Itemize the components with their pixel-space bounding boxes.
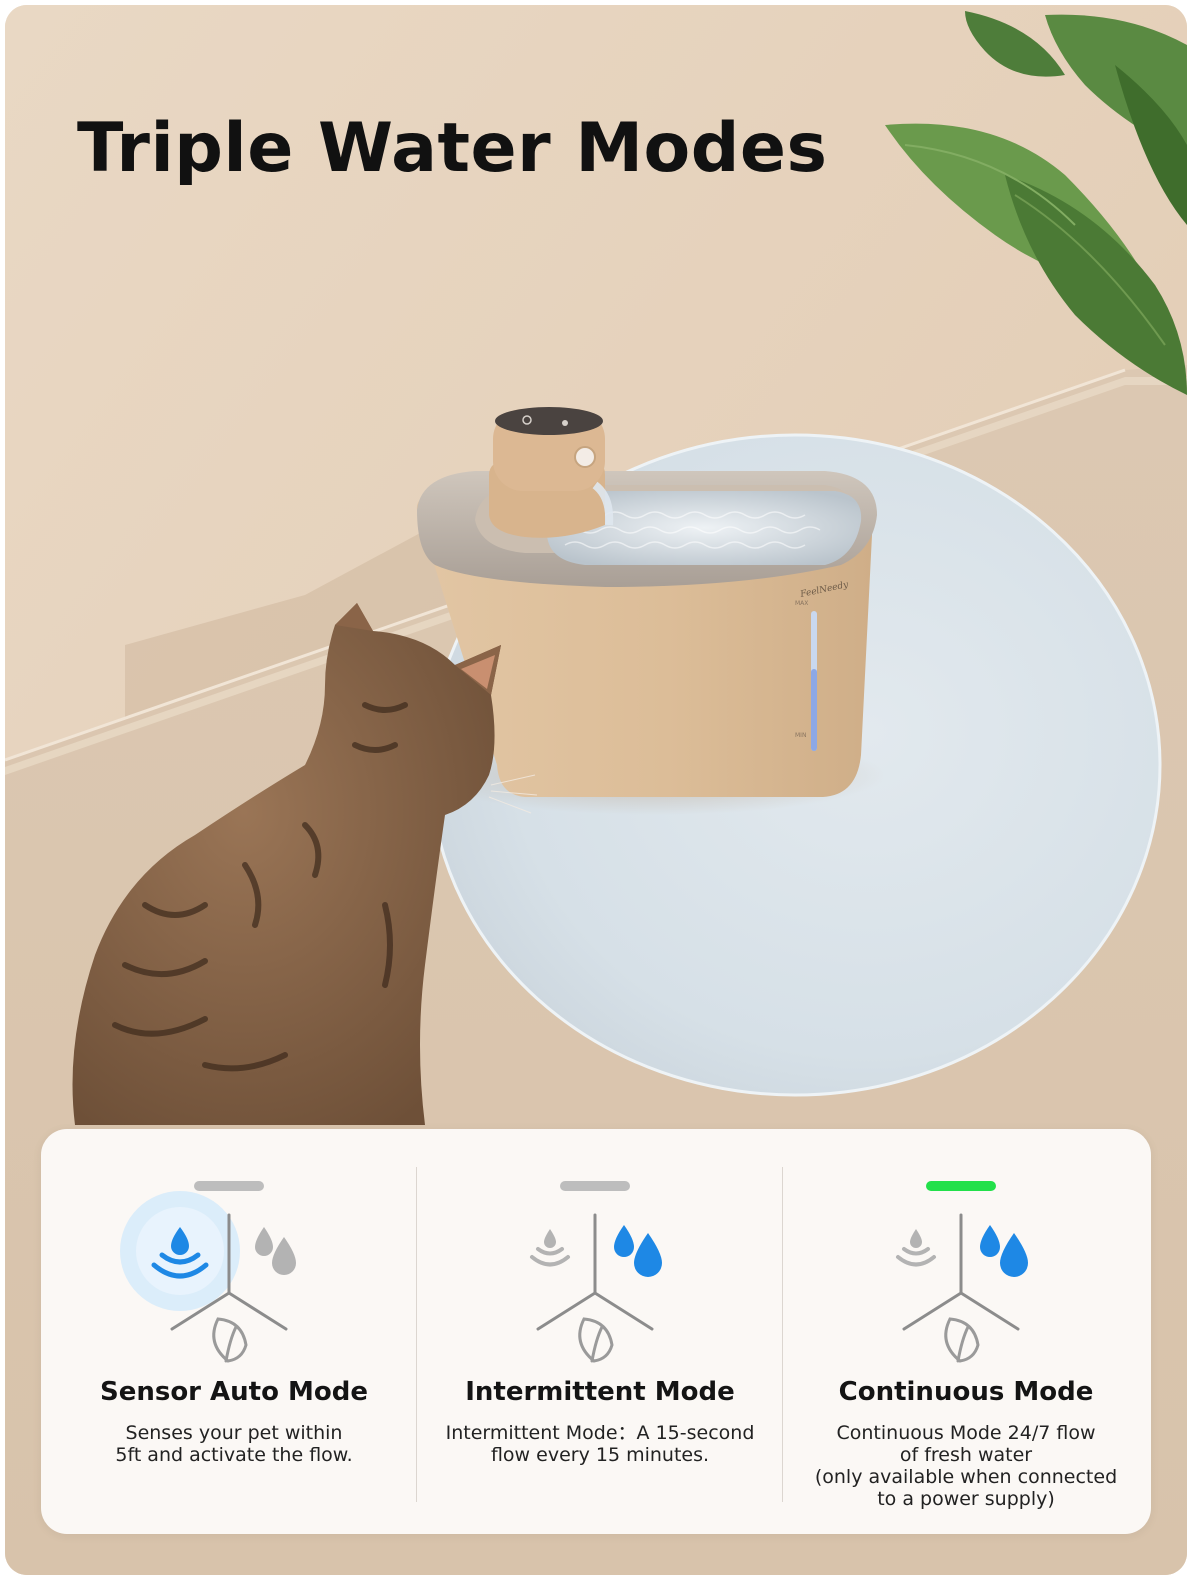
product-infographic: FeelNeedy MAX MIN Triple Water Modes Sen… bbox=[0, 0, 1192, 1580]
mode-indicator-active bbox=[926, 1181, 996, 1191]
leaf-icon bbox=[578, 1317, 614, 1363]
mode-diagram bbox=[896, 1181, 1028, 1363]
mode-description: Intermittent Mode：A 15-second flow every… bbox=[445, 1422, 755, 1466]
level-max-label: MAX bbox=[795, 600, 808, 607]
mode-continuous: Continuous Mode Continuous Mode 24/7 flo… bbox=[783, 1129, 1149, 1534]
water-drops-icon bbox=[980, 1225, 1028, 1277]
sensor-wave-icon bbox=[530, 1229, 570, 1267]
leaf-icon bbox=[212, 1317, 248, 1363]
water-drops-icon bbox=[255, 1227, 296, 1275]
level-min-label: MIN bbox=[795, 732, 806, 739]
mode-diagram bbox=[120, 1181, 296, 1363]
mode-title: Sensor Auto Mode bbox=[99, 1377, 369, 1407]
mode-sensor-auto: Sensor Auto Mode Senses your pet within … bbox=[51, 1129, 417, 1534]
leaf-icon bbox=[944, 1317, 980, 1363]
headline: Triple Water Modes bbox=[77, 109, 828, 188]
mode-indicator bbox=[194, 1181, 264, 1191]
mode-title: Intermittent Mode bbox=[465, 1377, 735, 1407]
mode-intermittent: Intermittent Mode Intermittent Mode：A 15… bbox=[417, 1129, 783, 1534]
modes-panel: Sensor Auto Mode Senses your pet within … bbox=[41, 1129, 1151, 1534]
mode-indicator bbox=[560, 1181, 630, 1191]
mode-diagram bbox=[530, 1181, 662, 1363]
image-frame: FeelNeedy MAX MIN Triple Water Modes Sen… bbox=[5, 5, 1187, 1575]
mode-description: Senses your pet within 5ft and activate … bbox=[115, 1422, 353, 1466]
mode-description: Continuous Mode 24/7 flow of fresh water… bbox=[814, 1422, 1118, 1510]
mode-title: Continuous Mode bbox=[838, 1377, 1094, 1407]
water-drops-icon bbox=[614, 1225, 662, 1277]
sensor-wave-icon bbox=[896, 1229, 936, 1267]
